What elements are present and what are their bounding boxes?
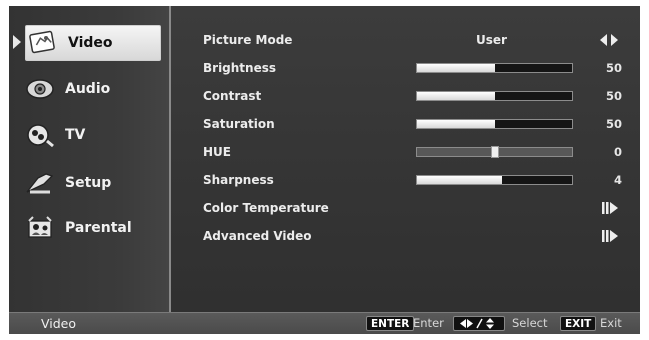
status-bar: Video ENTER Enter Select EXIT Exit [9, 312, 640, 334]
setting-color-temperature[interactable]: Color Temperature [203, 197, 628, 219]
contrast-slider[interactable] [416, 91, 573, 101]
sidebar-item-label: Video [68, 35, 113, 51]
sharpness-value: 4 [613, 173, 622, 187]
picture-mode-value: User [476, 33, 507, 47]
brightness-slider[interactable] [416, 63, 573, 73]
setup-icon [23, 169, 57, 197]
setting-label: Color Temperature [203, 201, 329, 215]
hue-slider-knob[interactable] [490, 146, 499, 158]
setting-label: Sharpness [203, 173, 274, 187]
setting-label: Saturation [203, 117, 275, 131]
hue-value: 0 [613, 145, 622, 159]
select-label: Select [512, 316, 548, 330]
saturation-slider-fill [417, 120, 495, 128]
sidebar-item-tv[interactable]: TV [23, 118, 165, 152]
sharpness-slider[interactable] [416, 175, 573, 185]
contrast-slider-fill [417, 92, 495, 100]
contrast-value: 50 [605, 89, 622, 103]
selection-arrow-icon [13, 35, 21, 49]
saturation-value: 50 [605, 117, 622, 131]
setting-label: Picture Mode [203, 33, 293, 47]
sidebar-item-parental[interactable]: Parental [23, 211, 165, 245]
exit-key-label: Exit [600, 316, 622, 330]
brightness-value: 50 [605, 61, 622, 75]
hue-slider[interactable] [416, 146, 573, 158]
video-icon [26, 29, 60, 57]
setting-saturation[interactable]: Saturation 50 [203, 113, 628, 135]
setting-label: Advanced Video [203, 229, 312, 243]
setting-label: Contrast [203, 89, 262, 103]
sidebar-item-label: Setup [65, 175, 112, 191]
saturation-slider[interactable] [416, 119, 573, 129]
sidebar-item-label: TV [65, 127, 86, 143]
sidebar-item-label: Parental [65, 220, 132, 236]
navigate-keys-icon [453, 316, 505, 331]
setting-label: Brightness [203, 61, 277, 75]
sidebar-menu: Video Audio TV Setup Parental [9, 6, 171, 312]
sidebar-item-audio[interactable]: Audio [23, 72, 165, 106]
audio-icon [23, 75, 57, 103]
setting-picture-mode[interactable]: Picture Mode User [203, 29, 628, 51]
parental-icon [23, 214, 57, 242]
submenu-arrow-icon[interactable] [602, 202, 618, 214]
exit-key-badge: EXIT [560, 316, 597, 331]
setting-label: HUE [203, 145, 231, 159]
setting-advanced-video[interactable]: Advanced Video [203, 225, 628, 247]
sharpness-slider-fill [417, 176, 503, 184]
sidebar-item-label: Audio [65, 81, 111, 97]
status-bar-title: Video [41, 316, 77, 331]
submenu-arrow-icon[interactable] [602, 230, 618, 242]
sidebar-item-video[interactable]: Video [25, 25, 161, 61]
setting-hue[interactable]: HUE 0 [203, 141, 628, 163]
enter-key-badge: ENTER [366, 316, 415, 331]
setting-brightness[interactable]: Brightness 50 [203, 57, 628, 79]
setting-sharpness[interactable]: Sharpness 4 [203, 169, 628, 191]
tv-osd-screen: Video Audio TV Setup Parental Picture Mo… [9, 6, 640, 334]
tv-icon [23, 121, 57, 149]
sidebar-item-setup[interactable]: Setup [23, 166, 165, 200]
enter-key-label: Enter [413, 316, 444, 330]
left-right-arrows-icon[interactable] [600, 34, 618, 46]
brightness-slider-fill [417, 64, 495, 72]
setting-contrast[interactable]: Contrast 50 [203, 85, 628, 107]
